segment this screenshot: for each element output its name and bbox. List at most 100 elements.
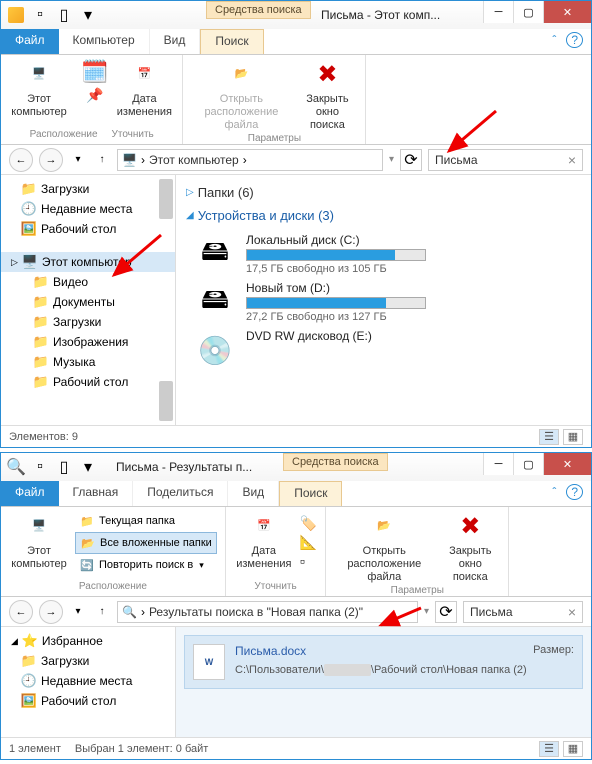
expand-icon[interactable]: ▷ (11, 257, 18, 268)
computer-tab[interactable]: Компьютер (59, 29, 150, 54)
search-result-item[interactable]: Письма.docx Размер: C:\Пользователи\---\… (184, 635, 583, 689)
file-tab[interactable]: Файл (1, 481, 59, 506)
tree-downloads[interactable]: 📁Загрузки (1, 179, 175, 199)
home-tab[interactable]: Главная (59, 481, 134, 506)
qat-dropdown-icon[interactable]: ▾ (77, 456, 99, 478)
details-view-icon[interactable]: ☰ (539, 741, 559, 757)
refresh-button[interactable]: ⟳ (435, 601, 457, 623)
back-button[interactable]: ← (9, 148, 33, 172)
history-dropdown[interactable]: ▾ (69, 151, 87, 169)
drive-c[interactable]: 🖴 Локальный диск (C:) 17,5 ГБ свободно и… (194, 233, 581, 275)
tree-recent[interactable]: 🕘Недавние места (1, 671, 175, 691)
drive-dvd[interactable]: 💿 DVD RW дисковод (E:) (194, 329, 581, 371)
view-tab[interactable]: Вид (150, 29, 201, 54)
search-tab[interactable]: Поиск (200, 29, 263, 54)
close-button[interactable]: ✕ (543, 1, 591, 23)
scrollbar-thumb[interactable] (159, 381, 173, 421)
date-modified-button[interactable]: 📅 Дата изменения (114, 59, 174, 119)
maximize-button[interactable]: ▢ (513, 453, 543, 475)
address-dropdown-icon[interactable]: ▾ (424, 606, 429, 617)
forward-button[interactable]: → (39, 600, 63, 624)
qat-newfolder-icon[interactable]: ▯ (53, 4, 75, 26)
share-tab[interactable]: Поделиться (133, 481, 228, 506)
tree-downloads[interactable]: 📁Загрузки (1, 651, 175, 671)
caret-down-icon[interactable]: ◢ (11, 636, 18, 647)
tree-videos[interactable]: 📁Видео (1, 272, 175, 292)
minimize-button[interactable]: ─ (483, 453, 513, 475)
qat-properties-icon[interactable]: ▫ (29, 456, 51, 478)
date-icon: 📅 (248, 511, 280, 543)
devices-group[interactable]: ◢Устройства и диски (3) (186, 204, 581, 227)
tag-icon: 🏷️ (300, 515, 317, 532)
view-tab[interactable]: Вид (228, 481, 279, 506)
history-dropdown[interactable]: ▾ (69, 603, 87, 621)
qat-icon[interactable] (5, 4, 27, 26)
search-tab[interactable]: Поиск (279, 481, 342, 506)
current-folder-button[interactable]: 📁Текущая папка (75, 511, 217, 531)
folders-group[interactable]: ▷Папки (6) (186, 181, 581, 204)
details-view-icon[interactable]: ☰ (539, 429, 559, 445)
up-button[interactable]: ↑ (93, 603, 111, 621)
window-this-pc: ▫ ▯ ▾ Средства поиска Письма - Этот комп… (0, 0, 592, 448)
tree-this-pc[interactable]: ▷🖥️Этот компьютер (1, 252, 175, 272)
this-pc-button[interactable]: 🖥️ Этот компьютер (9, 511, 69, 571)
maximize-button[interactable]: ▢ (513, 1, 543, 23)
close-button[interactable]: ✕ (543, 453, 591, 475)
tree-favorites[interactable]: ◢⭐Избранное (1, 631, 175, 651)
qat-dropdown-icon[interactable]: ▾ (77, 4, 99, 26)
repeat-search-button[interactable]: 🔄Повторить поиск в▾ (75, 555, 217, 575)
search-input[interactable]: Письма × (428, 149, 583, 171)
breadcrumb[interactable]: Результаты поиска в "Новая папка (2)" (149, 605, 363, 619)
computer-small-icon: 🖥️ (122, 153, 137, 167)
scrollbar-thumb[interactable] (159, 179, 173, 219)
qat-properties-icon[interactable]: ▫ (29, 4, 51, 26)
other-icon: ▫ (300, 553, 317, 569)
search-value: Письма (435, 153, 568, 167)
folder-open-icon: 📂 (225, 59, 257, 91)
group-params-label: Параметры (334, 585, 500, 596)
back-button[interactable]: ← (9, 600, 33, 624)
tree-desktop[interactable]: 🖼️Рабочий стол (1, 219, 175, 239)
all-subfolders-button[interactable]: 📂Все вложенные папки (75, 532, 217, 554)
tree-desktop[interactable]: 🖼️Рабочий стол (1, 691, 175, 711)
refine-options[interactable]: 🏷️ 📐 ▫ (300, 511, 317, 569)
tree-desktop2[interactable]: 📁Рабочий стол (1, 372, 175, 392)
dvd-icon: 💿 (194, 329, 236, 371)
address-field[interactable]: 🔍 › Результаты поиска в "Новая папка (2)… (117, 601, 418, 623)
recent-icon: 🕘 (21, 201, 37, 217)
file-tab[interactable]: Файл (1, 29, 59, 54)
content-pane[interactable]: ▷Папки (6) ◢Устройства и диски (3) 🖴 Лок… (176, 175, 591, 425)
close-search-button[interactable]: ✖ Закрыть окно поиска (297, 59, 357, 133)
address-dropdown-icon[interactable]: ▾ (389, 154, 394, 165)
open-location-button[interactable]: 📂 Открыть расположение файла (334, 511, 434, 585)
drive-d[interactable]: 🖴 Новый том (D:) 27,2 ГБ свободно из 127… (194, 281, 581, 323)
search-small-icon[interactable]: 🔍 (5, 456, 27, 478)
icons-view-icon[interactable]: ▦ (563, 741, 583, 757)
icons-view-icon[interactable]: ▦ (563, 429, 583, 445)
tree-pictures[interactable]: 📁Изображения (1, 332, 175, 352)
close-search-button[interactable]: ✖ Закрыть окно поиска (440, 511, 500, 585)
this-pc-button[interactable]: 🖥️ Этот компьютер (9, 59, 69, 119)
address-field[interactable]: 🖥️ › Этот компьютер › (117, 149, 383, 171)
search-tools-contextual-tab: Средства поиска (283, 453, 388, 471)
up-button[interactable]: ↑ (93, 151, 111, 169)
navigation-tree[interactable]: 📁Загрузки 🕘Недавние места 🖼️Рабочий стол… (1, 175, 176, 425)
tree-documents[interactable]: 📁Документы (1, 292, 175, 312)
help-icon[interactable]: ˆ ? (552, 485, 583, 499)
breadcrumb[interactable]: Этот компьютер (149, 153, 239, 167)
clear-search-icon[interactable]: × (568, 604, 576, 620)
minimize-button[interactable]: ─ (483, 1, 513, 23)
forward-button[interactable]: → (39, 148, 63, 172)
address-bar: ← → ▾ ↑ 🖥️ › Этот компьютер › ▾ ⟳ Письма… (1, 145, 591, 175)
qat-newfolder-icon[interactable]: ▯ (53, 456, 75, 478)
refresh-button[interactable]: ⟳ (400, 149, 422, 171)
tree-music[interactable]: 📁Музыка (1, 352, 175, 372)
tree-recent[interactable]: 🕘Недавние места (1, 199, 175, 219)
tree-downloads2[interactable]: 📁Загрузки (1, 312, 175, 332)
date-modified-button[interactable]: 📅 Дата изменения (234, 511, 294, 571)
search-input[interactable]: Письма × (463, 601, 583, 623)
clear-search-icon[interactable]: × (568, 152, 576, 168)
help-icon[interactable]: ˆ ? (552, 33, 583, 47)
navigation-tree[interactable]: ◢⭐Избранное 📁Загрузки 🕘Недавние места 🖼️… (1, 627, 176, 737)
results-pane[interactable]: Письма.docx Размер: C:\Пользователи\---\… (176, 627, 591, 737)
